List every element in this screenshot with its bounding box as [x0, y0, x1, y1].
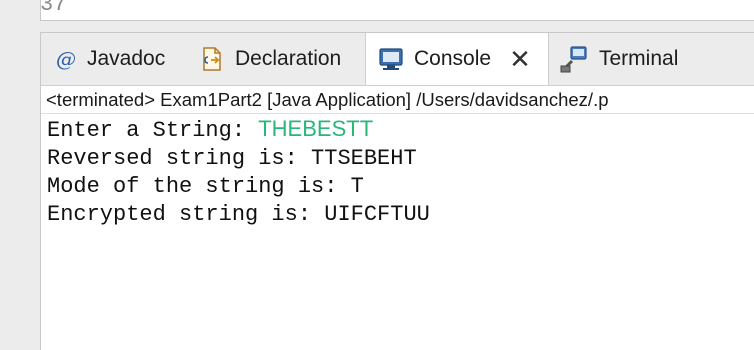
tab-javadoc[interactable]: @ Javadoc — [55, 33, 165, 85]
console-status-line: <terminated> Exam1Part2 [Java Applicatio… — [41, 86, 754, 114]
declaration-icon — [199, 45, 225, 73]
console-line-mode: Mode of the string is: T — [47, 174, 364, 199]
close-icon[interactable]: ✕ — [509, 46, 531, 72]
tab-javadoc-label: Javadoc — [87, 47, 166, 70]
view-tab-bar: @ Javadoc Declaration Console ✕ Terminal — [41, 33, 754, 86]
console-panel: @ Javadoc Declaration Console ✕ Terminal… — [40, 32, 754, 350]
console-line-prompt: Enter a String: — [47, 118, 259, 143]
tab-terminal[interactable]: Terminal — [559, 33, 678, 85]
editor-area[interactable] — [40, 0, 754, 21]
editor-line-number: 37 — [40, 0, 67, 17]
tab-console-label: Console — [414, 47, 492, 70]
at-icon: @ — [56, 47, 76, 71]
console-line-reversed: Reversed string is: TTSEBEHT — [47, 146, 417, 171]
tab-terminal-label: Terminal — [599, 47, 679, 70]
console-icon — [378, 46, 404, 72]
tab-declaration[interactable]: Declaration — [199, 33, 341, 85]
console-user-input: THEBESTT — [258, 116, 374, 141]
tab-declaration-label: Declaration — [235, 47, 342, 70]
eclipse-window: 37 @ Javadoc Declaration Console ✕ Termi… — [0, 0, 754, 350]
tab-console[interactable]: Console ✕ — [365, 33, 549, 85]
terminal-icon — [559, 44, 589, 74]
console-line-encrypted: Encrypted string is: UIFCFTUU — [47, 202, 430, 227]
console-output[interactable]: Enter a String: THEBESTT Reversed string… — [47, 115, 430, 229]
